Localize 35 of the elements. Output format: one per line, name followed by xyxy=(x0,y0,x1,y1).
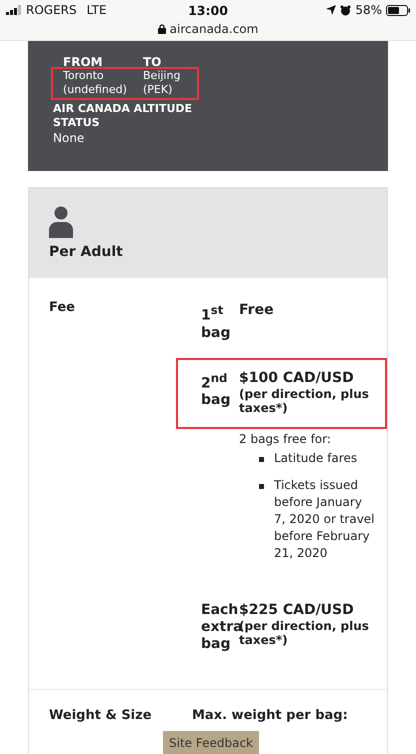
feedback-button[interactable]: Site Feedback xyxy=(163,731,259,754)
fee-amount: $100 CAD/USD xyxy=(239,370,355,387)
status-value: None xyxy=(53,130,86,146)
passenger-type: Per Adult xyxy=(49,244,124,260)
alarm-clock-icon xyxy=(340,4,352,16)
bag-label: Each extra bag xyxy=(201,602,239,653)
fee-label: Fee xyxy=(49,300,76,317)
lock-icon xyxy=(158,24,166,34)
destination-city: Beijing (PEK) xyxy=(143,69,182,97)
bag-label: 2$^{nd}$ bag xyxy=(201,370,232,410)
carrier-name: ROGERS xyxy=(26,3,77,17)
battery-icon xyxy=(386,4,410,16)
network-type: LTE xyxy=(86,3,107,17)
clock-time: 13:00 xyxy=(188,2,228,18)
weight-label: Weight & Size xyxy=(49,708,153,723)
origin-city: Toronto (undefined) xyxy=(63,69,128,97)
note-item: Tickets issued before January 7, 2020 or travel before February 21, 2020 xyxy=(274,476,375,562)
signal-icon xyxy=(6,5,22,15)
bullet-icon xyxy=(259,484,264,489)
person-icon xyxy=(49,206,73,238)
from-label: FROM xyxy=(63,55,104,69)
location-arrow-icon xyxy=(326,5,336,15)
battery-percent: 58% xyxy=(355,3,382,17)
fee-amount: $225 CAD/USD xyxy=(239,602,355,619)
to-label: TO xyxy=(143,55,162,69)
url-text[interactable]: aircanada.com xyxy=(170,22,258,36)
status-label: AIR CANADA ALTITUDE STATUS xyxy=(53,102,194,130)
note-item: Latitude fares xyxy=(274,450,358,467)
fee-amount: Free xyxy=(239,302,275,319)
fee-detail: (per direction, plus taxes*) xyxy=(239,618,370,647)
bullet-icon xyxy=(259,456,264,462)
bag-label: 1$^{st}$ bag xyxy=(201,302,232,342)
weight-value: Max. weight per bag: xyxy=(192,708,348,723)
note-text: 2 bags free for: xyxy=(239,430,332,448)
fee-detail: (per direction, plus taxes*) xyxy=(239,386,370,415)
